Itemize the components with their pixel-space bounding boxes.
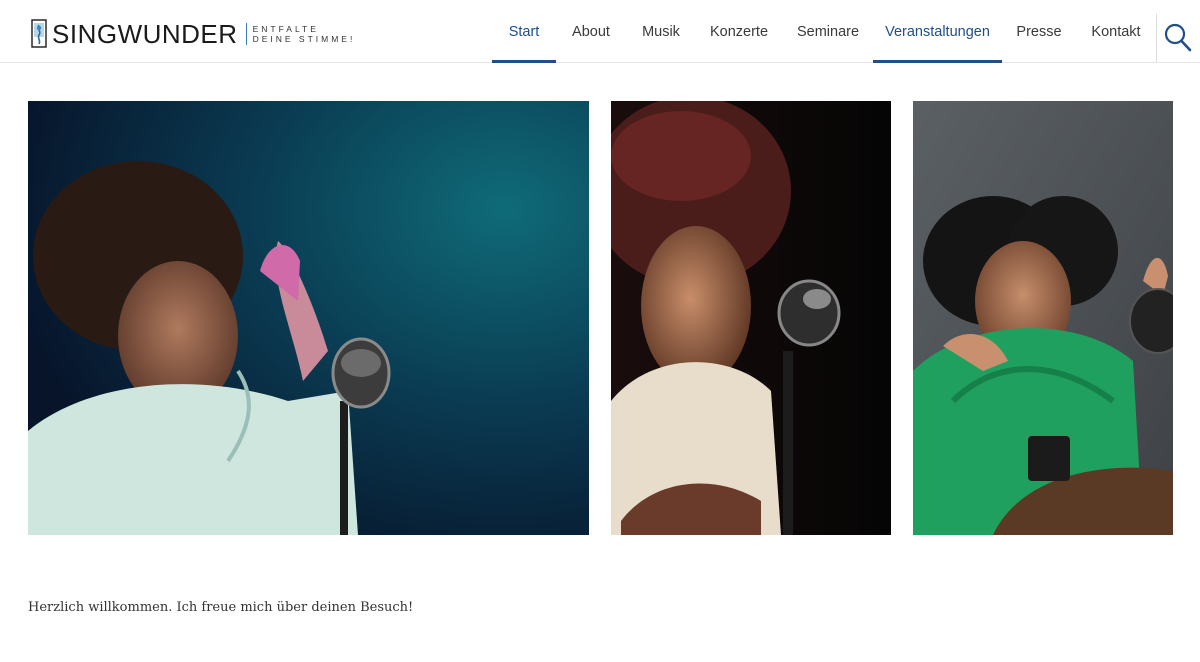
nav-item-label: Konzerte [709,23,769,40]
nav-item-seminare[interactable]: Seminare [788,0,868,63]
woman-green-blouse-photo [913,101,1173,535]
search-divider [1156,14,1157,62]
site-header: SINGWUNDER ENTFALTE DEINE STIMME! Start … [0,0,1200,63]
nav-item-label: Veranstaltungen [885,23,990,40]
brand-tagline-line1: ENTFALTE [252,24,319,34]
search-icon [1164,23,1192,52]
nav-item-musik[interactable]: Musik [632,0,690,63]
welcome-text: Herzlich willkommen. Ich freue mich über… [28,600,414,615]
nav-item-label: Presse [1016,23,1062,40]
brand-name: SINGWUNDER [52,19,238,49]
nav-item-start[interactable]: Start [492,0,556,63]
nav-item-label: Musik [642,23,680,40]
singer-microphone-photo [28,101,589,535]
singer-eyes-closed-photo [611,101,891,535]
brand-tagline: ENTFALTE DEINE STIMME! [253,24,356,44]
gallery-image-2[interactable] [611,101,891,535]
logo-divider [245,23,247,45]
gallery-image-1[interactable] [28,101,589,535]
nav-item-label: About [572,23,610,40]
nav-item-about[interactable]: About [560,0,622,63]
nav-item-presse[interactable]: Presse [1008,0,1070,63]
nav-active-indicator [492,60,556,63]
gallery-image-3[interactable] [913,101,1173,535]
nav-item-label: Start [508,23,540,40]
nav-active-indicator [873,60,1002,63]
nav-item-label: Seminare [796,23,860,40]
site-logo[interactable]: SINGWUNDER ENTFALTE DEINE STIMME! [31,18,355,50]
brand-tagline-line2: DEINE STIMME! [252,34,356,44]
nav-item-kontakt[interactable]: Kontakt [1080,0,1152,63]
nav-item-konzerte[interactable]: Konzerte [700,0,778,63]
logo-mark-icon [31,19,48,49]
search-button[interactable] [1163,20,1193,54]
nav-item-veranstaltungen[interactable]: Veranstaltungen [873,0,1002,63]
nav-item-label: Kontakt [1091,23,1141,40]
